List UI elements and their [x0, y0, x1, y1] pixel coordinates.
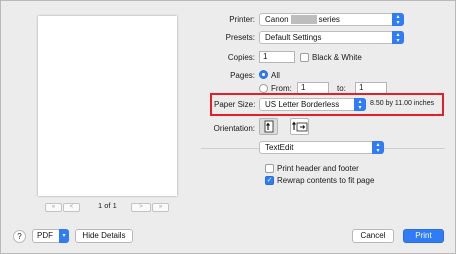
copies-label: Copies:	[227, 53, 255, 62]
pages-to-label: to:	[337, 84, 346, 93]
chevron-down-icon: ▾	[59, 229, 69, 243]
page-count: 1 of 1	[98, 201, 117, 210]
presets-select[interactable]: Default Settings ▴ ▾	[259, 31, 404, 44]
app-section-select[interactable]: TextEdit ▴ ▾	[259, 141, 384, 154]
paper-size-label: Paper Size:	[214, 100, 256, 109]
pages-all-radio[interactable]	[259, 70, 268, 79]
chevron-updown-icon: ▴ ▾	[354, 98, 366, 111]
pager-next-last: > »	[131, 202, 169, 213]
app-section-value: TextEdit	[265, 143, 294, 152]
next-page-button[interactable]: >	[131, 203, 151, 212]
hide-details-button[interactable]: Hide Details	[75, 229, 133, 243]
black-white-checkbox[interactable]	[300, 53, 309, 62]
chevron-updown-icon: ▴ ▾	[372, 141, 384, 154]
portrait-button[interactable]	[259, 118, 278, 135]
paper-size-value: US Letter Borderless	[265, 100, 340, 109]
printer-name-suffix: series	[318, 15, 340, 24]
black-white-label: Black & White	[312, 53, 362, 62]
help-button[interactable]: ?	[13, 230, 26, 243]
printer-select[interactable]: Canon series ▴ ▾	[259, 13, 404, 26]
pdf-label: PDF	[37, 231, 53, 240]
printer-name-prefix: Canon	[265, 15, 289, 24]
presets-value: Default Settings	[265, 33, 322, 42]
portrait-icon	[264, 120, 274, 133]
paper-size-select[interactable]: US Letter Borderless ▴ ▾	[259, 98, 366, 111]
pages-label: Pages:	[230, 71, 255, 80]
rewrap-contents-label: Rewrap contents to fit page	[277, 176, 375, 185]
pager-first-prev: « <	[45, 202, 80, 213]
print-header-footer-label: Print header and footer	[277, 164, 359, 173]
chevron-updown-icon: ▴ ▾	[392, 31, 404, 44]
pages-all-label: All	[271, 71, 280, 80]
last-page-button[interactable]: »	[152, 203, 169, 212]
landscape-icon	[292, 121, 308, 132]
pdf-menu-button[interactable]: PDF ▾	[32, 229, 69, 243]
page-preview	[38, 16, 177, 196]
redacted-model	[290, 15, 317, 25]
orientation-label: Orientation:	[213, 124, 255, 133]
first-page-button[interactable]: «	[45, 203, 62, 212]
pages-from-label: From:	[271, 84, 292, 93]
rewrap-contents-checkbox[interactable]: ✓	[265, 176, 274, 185]
cancel-button[interactable]: Cancel	[352, 229, 394, 243]
print-dialog: « < 1 of 1 > » Printer: Canon series ▴ ▾ P…	[0, 0, 456, 254]
presets-label: Presets:	[225, 33, 255, 42]
previous-page-button[interactable]: <	[63, 203, 80, 212]
paper-dimensions: 8.50 by 11.00 inches	[370, 100, 435, 107]
print-header-footer-checkbox[interactable]	[265, 164, 274, 173]
copies-field[interactable]: 1	[259, 51, 295, 63]
printer-label: Printer:	[229, 15, 255, 24]
chevron-updown-icon: ▴ ▾	[392, 13, 404, 26]
landscape-button[interactable]	[290, 118, 309, 135]
print-button[interactable]: Print	[403, 229, 444, 243]
pages-range-radio[interactable]	[259, 84, 268, 93]
